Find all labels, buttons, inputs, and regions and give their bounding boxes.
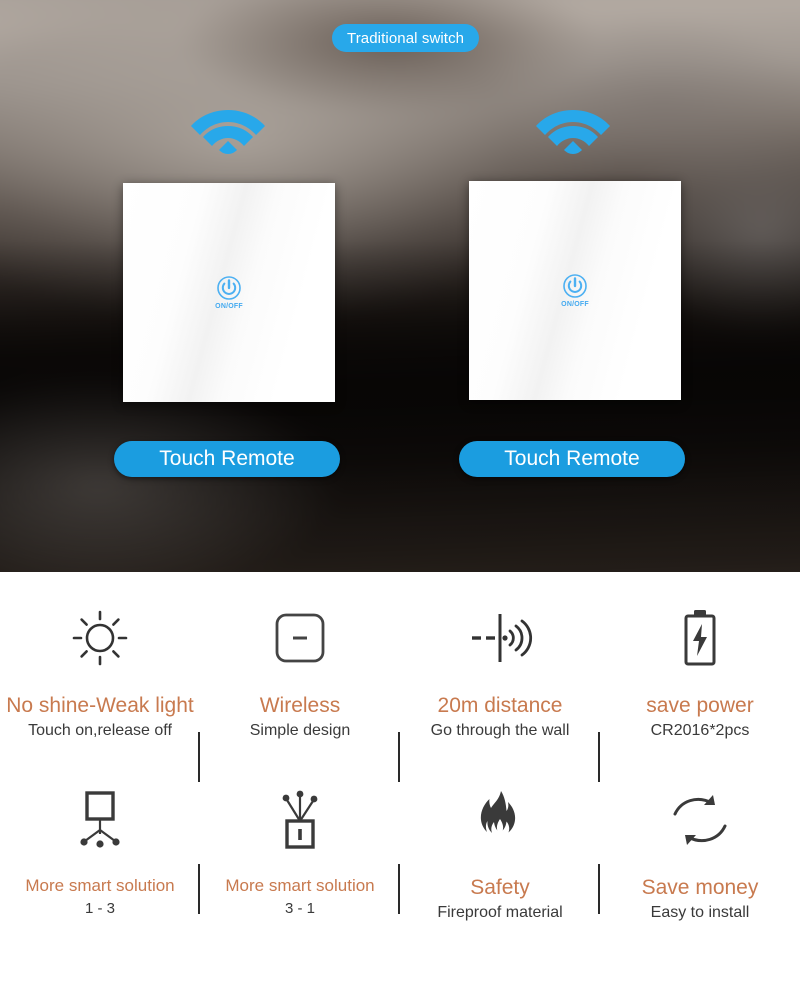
feature-more-smart-solution-1-3: More smart solution 1 - 3 (0, 782, 200, 967)
feature-save-power: save power CR2016*2pcs (600, 600, 800, 782)
feature-subtitle: Easy to install (650, 904, 750, 922)
feature-title: Wireless (259, 694, 341, 717)
feature-title: Save money (641, 876, 759, 899)
flame-icon (480, 791, 516, 835)
feature-title: More smart solution (225, 876, 375, 895)
traditional-switch-badge: Traditional switch (332, 24, 480, 52)
feature-row-2: More smart solution 1 - 3 More smart sol… (0, 782, 800, 967)
battery-bolt-icon (684, 610, 716, 666)
through-wall-signal-icon (472, 614, 532, 662)
feature-save-money: Save money Easy to install (600, 782, 800, 967)
wifi-icon (188, 96, 268, 154)
icon-container (678, 600, 722, 676)
switch-face: ON/OFF (123, 183, 335, 402)
sun-icon (72, 610, 128, 666)
power-icon (563, 274, 587, 298)
traditional-switch-label: Traditional switch (347, 29, 465, 47)
icon-container (270, 782, 330, 858)
touch-remote-label: Touch Remote (159, 447, 295, 470)
icon-container (464, 600, 536, 676)
wifi-icon (533, 96, 613, 154)
touch-switch-panel-left[interactable]: ON/OFF (123, 183, 335, 402)
icon-container (69, 600, 131, 676)
feature-subtitle: 3 - 1 (284, 899, 315, 917)
feature-subtitle: 1 - 3 (84, 899, 115, 917)
feature-title: No shine-Weak light (6, 694, 194, 717)
wifi-icon-glyph (191, 110, 265, 154)
touch-remote-badge-right: Touch Remote (459, 441, 685, 477)
feature-title: 20m distance (437, 694, 563, 717)
feature-safety: Safety Fireproof material (400, 782, 600, 967)
onoff-label: ON/OFF (561, 301, 589, 308)
one-to-three-icon (80, 791, 120, 848)
feature-row-1: No shine-Weak light Touch on,release off… (0, 572, 800, 782)
touch-remote-badge-left: Touch Remote (114, 441, 340, 477)
icon-container (474, 782, 526, 858)
three-to-one-icon (282, 790, 318, 849)
feature-wireless: Wireless Simple design (200, 600, 400, 782)
icon-container (70, 782, 130, 858)
feature-title: Safety (470, 876, 530, 899)
icon-container (667, 782, 733, 858)
feature-20m-distance: 20m distance Go through the wall (400, 600, 600, 782)
touch-switch-panel-right[interactable]: ON/OFF (469, 181, 681, 400)
touch-remote-label: Touch Remote (504, 447, 640, 470)
feature-no-shine-weak-light: No shine-Weak light Touch on,release off (0, 600, 200, 782)
feature-grid: No shine-Weak light Touch on,release off… (0, 572, 800, 995)
panel-dash-icon (275, 613, 325, 663)
wifi-icon-glyph (536, 110, 610, 154)
feature-title: save power (646, 694, 754, 717)
feature-subtitle: Simple design (249, 722, 351, 740)
switch-face: ON/OFF (469, 181, 681, 400)
feature-subtitle: Touch on,release off (28, 722, 172, 740)
feature-subtitle: Go through the wall (430, 722, 570, 740)
feature-more-smart-solution-3-1: More smart solution 3 - 1 (200, 782, 400, 967)
power-icon (217, 276, 241, 300)
hero-banner: Traditional switch ON/OFF ON/OFF Touch R… (0, 0, 800, 572)
feature-subtitle: Fireproof material (437, 904, 563, 922)
feature-title: More smart solution (25, 876, 175, 895)
cycle-arrows-icon (673, 795, 727, 845)
feature-subtitle: CR2016*2pcs (650, 722, 750, 740)
icon-container (271, 600, 329, 676)
onoff-label: ON/OFF (215, 303, 243, 310)
